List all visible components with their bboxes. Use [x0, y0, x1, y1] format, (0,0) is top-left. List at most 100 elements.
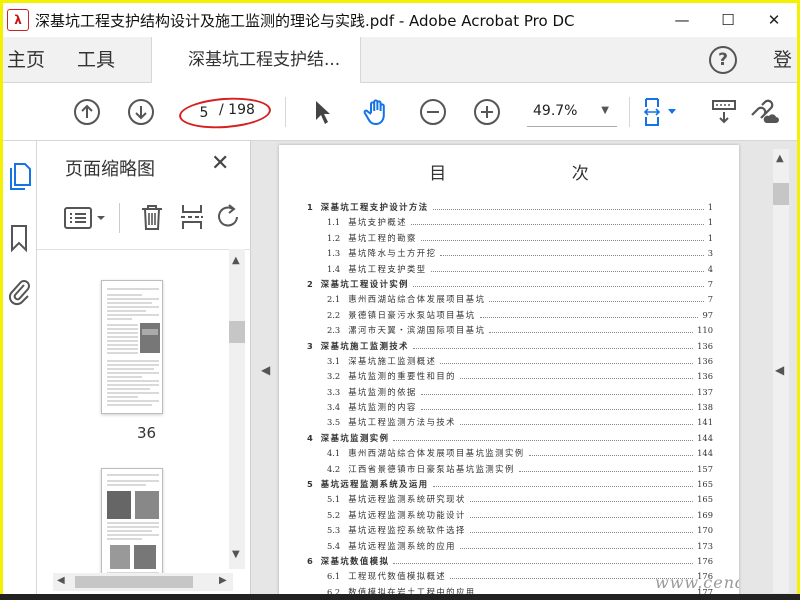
- delete-page-button[interactable]: [139, 203, 165, 235]
- toc-section-row[interactable]: 5.3 基坑远程监控系统软件选择 170: [307, 524, 713, 539]
- previous-page-button[interactable]: [67, 83, 107, 141]
- tab-tools[interactable]: 工具: [77, 37, 115, 83]
- page-thumbnail[interactable]: [101, 468, 163, 579]
- collapse-right-icon[interactable]: ◀: [775, 363, 784, 377]
- page-thumbnail[interactable]: [101, 280, 163, 414]
- toc-leader: [440, 358, 694, 364]
- close-panel-button[interactable]: ✕: [211, 151, 229, 176]
- toc-leader: [479, 312, 699, 318]
- zoom-select[interactable]: 49.7% ▼: [527, 99, 617, 127]
- rotate-page-button[interactable]: [217, 203, 241, 235]
- toc-leader: [432, 204, 704, 210]
- thumbnail-hscrollbar[interactable]: ◀ ▶: [53, 573, 233, 591]
- thumbnail-list[interactable]: 36: [37, 249, 251, 579]
- collapse-left-icon[interactable]: ◀: [261, 363, 270, 377]
- toc-page-number: 7: [707, 278, 713, 289]
- toc-entry-text: 基坑远程监测系统功能设计: [348, 509, 466, 520]
- minimize-button[interactable]: —: [659, 3, 705, 37]
- toc-leader: [469, 496, 694, 503]
- hand-tool-button[interactable]: [357, 83, 397, 141]
- toc-number: 1.2: [327, 232, 341, 243]
- link-cloud-icon: [751, 99, 779, 123]
- chevron-up-icon[interactable]: ▲: [232, 255, 240, 266]
- thumbnail-options-button[interactable]: [63, 205, 111, 235]
- maximize-button[interactable]: ☐: [705, 3, 751, 37]
- toc-section-row[interactable]: 5.1 基坑远程监测系统研究现状 165: [307, 493, 713, 508]
- read-mode-button[interactable]: [707, 83, 741, 141]
- toc-section-row[interactable]: 2.1 惠州西湖站综合体发展项目基坑 7: [307, 293, 713, 308]
- toc-section-row[interactable]: 2.3 漯河市天翼・滨湖国际项目基坑 110: [307, 324, 713, 339]
- document-tab[interactable]: 深基坑工程支护结...: [151, 37, 361, 84]
- next-page-button[interactable]: [121, 83, 161, 141]
- toc-chapter-row[interactable]: 2 深基坑工程设计实例 7: [307, 278, 713, 293]
- toc-leader: [469, 512, 694, 518]
- chevron-right-icon[interactable]: ▶: [219, 575, 227, 586]
- toc-section-row[interactable]: 1.4 基坑工程支护类型 4: [307, 263, 713, 278]
- share-link-button[interactable]: [743, 83, 783, 141]
- thumbnail-scrollbar[interactable]: ▲ ▼: [229, 249, 245, 569]
- toc-chapter-row[interactable]: 4 深基坑监测实例 144: [307, 432, 713, 447]
- toc-section-row[interactable]: 1.3 基坑降水与土方开挖 3: [307, 247, 713, 262]
- scrollbar-thumb[interactable]: [75, 576, 193, 588]
- keyboard-down-icon: [712, 100, 736, 124]
- toc-section-row[interactable]: 3.2 基坑监测的重要性和目的 136: [307, 370, 713, 385]
- document-view[interactable]: ◀ 目 次 1 深基坑工程支护设计方法 1 1.1 基坑支护概述 1 1.2 基坑工程的勘察 1…: [251, 141, 797, 597]
- page-fit-button[interactable]: [639, 83, 685, 141]
- tab-home[interactable]: 主页: [7, 37, 45, 83]
- toc-leader: [489, 327, 694, 334]
- toc-section-row[interactable]: 6.1 工程现代数值模拟概述 176: [307, 570, 713, 585]
- thumbnail-page-label: 36: [137, 424, 157, 442]
- toc-number: 2.3: [327, 325, 341, 336]
- toc-page-number: 138: [697, 402, 713, 413]
- close-button[interactable]: ✕: [751, 3, 797, 37]
- toc-chapter-row[interactable]: 5 基坑远程监测系统及运用 165: [307, 478, 713, 493]
- toc-entry-text: 基坑远程监测系统的应用: [348, 540, 456, 551]
- toc-leader: [412, 281, 704, 287]
- split-page-button[interactable]: [179, 203, 205, 235]
- toc-section-row[interactable]: 3.3 基坑监测的依据 137: [307, 386, 713, 401]
- page-thumbnails-button[interactable]: [7, 161, 33, 195]
- toc-section-row[interactable]: 3.5 基坑工程监测方法与技术 141: [307, 416, 713, 431]
- toc-section-row[interactable]: 1.1 基坑支护概述 1: [307, 216, 713, 231]
- toc-page-number: 136: [697, 371, 713, 382]
- toc-section-row[interactable]: 3.1 深基坑施工监测概述 136: [307, 355, 713, 370]
- toc-section-row[interactable]: 5.2 基坑远程监测系统功能设计 169: [307, 509, 713, 524]
- page-split-icon: [181, 205, 203, 229]
- toc-number: 6: [307, 555, 313, 566]
- chevron-down-icon[interactable]: ▼: [232, 549, 240, 560]
- toc-number: 2: [307, 278, 313, 289]
- panel-divider: [119, 203, 120, 233]
- toc-section-row[interactable]: 2.2 景德镇日豪污水泵站项目基坑 97: [307, 309, 713, 324]
- toc-entry-text: 深基坑工程设计实例: [320, 278, 409, 289]
- sign-in-link[interactable]: 登: [773, 37, 792, 83]
- scrollbar-thumb[interactable]: [229, 321, 245, 343]
- zoom-out-button[interactable]: [413, 83, 453, 141]
- toc-chapter-row[interactable]: 1 深基坑工程支护设计方法 1: [307, 201, 713, 216]
- toc-leader: [469, 527, 694, 534]
- toc-chapter-row[interactable]: 3 深基坑施工监测技术 136: [307, 340, 713, 355]
- chevron-left-icon[interactable]: ◀: [57, 575, 65, 586]
- help-icon[interactable]: ?: [709, 46, 737, 74]
- toc-leader: [411, 219, 704, 226]
- toc-page-number: 141: [697, 417, 713, 428]
- toc-entry-text: 工程现代数值模拟概述: [348, 571, 447, 582]
- attachments-button[interactable]: [8, 277, 32, 311]
- zoom-in-button[interactable]: [467, 83, 507, 141]
- toc-leader: [459, 373, 694, 380]
- toolbar-divider: [629, 97, 630, 127]
- chevron-up-icon[interactable]: ▲: [776, 153, 784, 164]
- toc-page-number: 110: [697, 325, 713, 336]
- toc-section-row[interactable]: 4.2 江西省景德镇市日豪泵站基坑监测实例 157: [307, 463, 713, 478]
- bookmarks-button[interactable]: [9, 223, 29, 257]
- zoom-in-icon: [474, 99, 500, 125]
- watermark-text: www.cendao.com: [655, 573, 739, 592]
- toc-section-row[interactable]: 3.4 基坑监测的内容 138: [307, 401, 713, 416]
- toc-entry-text: 基坑远程监测系统研究现状: [348, 494, 466, 505]
- toc-section-row[interactable]: 4.1 惠州西湖站综合体发展项目基坑监测实例 144: [307, 447, 713, 462]
- toc-chapter-row[interactable]: 6 深基坑数值模拟 176: [307, 555, 713, 570]
- toc-section-row[interactable]: 5.4 基坑远程监测系统的应用 173: [307, 540, 713, 555]
- select-tool-button[interactable]: [305, 83, 339, 141]
- toc-entry-text: 江西省景德镇市日豪泵站基坑监测实例: [348, 463, 515, 474]
- scrollbar-thumb[interactable]: [773, 183, 789, 205]
- toc-section-row[interactable]: 1.2 基坑工程的勘察 1: [307, 232, 713, 247]
